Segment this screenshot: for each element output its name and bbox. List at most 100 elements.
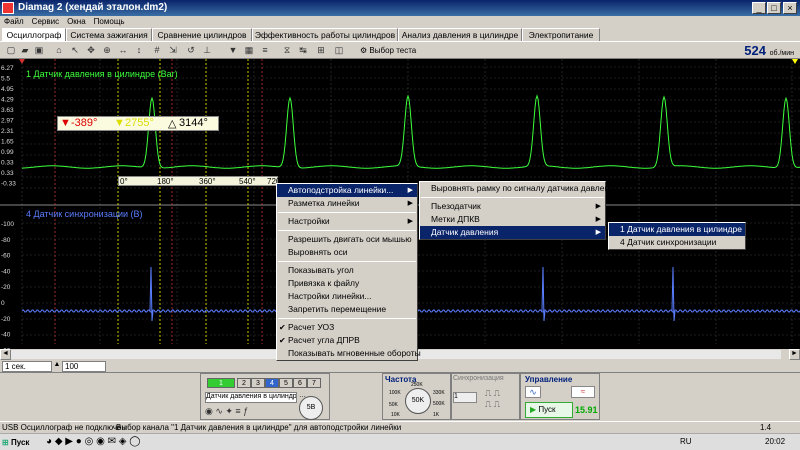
channel-select[interactable]: Датчик давления в цилиндре: [205, 392, 297, 403]
tab-power[interactable]: Электропитание: [522, 28, 600, 41]
menu-item[interactable]: Метки ДПКВ ▶: [420, 213, 605, 226]
tab-cylinder-efficiency[interactable]: Эффективность работы цилиндров: [252, 28, 398, 41]
menu-service[interactable]: Сервис: [28, 16, 63, 27]
channel-button-4[interactable]: 4: [265, 378, 279, 388]
snap-icon[interactable]: ⊞: [314, 44, 328, 57]
vzoom-icon[interactable]: ↕: [132, 44, 146, 57]
taskbar-icons[interactable]: ◕ ◆ ▶ ● ◎ ◉ ✉ ◈ ◯: [46, 436, 140, 447]
menu-help[interactable]: Помощь: [90, 16, 129, 27]
y-tick-label: 6.27: [1, 65, 14, 72]
filter-icon[interactable]: ⧖: [280, 44, 294, 57]
align-icon[interactable]: ≡: [258, 44, 272, 57]
sync-select[interactable]: 1: [453, 392, 477, 403]
multiwave-icon[interactable]: ≈: [571, 386, 595, 398]
menu-item[interactable]: 1 Датчик давления в цилиндре: [609, 223, 745, 236]
submenu-arrow-icon: ▶: [407, 187, 413, 194]
camera-icon[interactable]: ◫: [332, 44, 346, 57]
tab-oscilloscope[interactable]: Осциллограф: [2, 28, 66, 41]
tab-cylinder-compare[interactable]: Сравнение цилиндров: [152, 28, 252, 41]
test-select[interactable]: ⚙ Выбор теста: [360, 44, 450, 57]
menu-item-label: Разрешить двигать оси мышью: [288, 234, 412, 244]
language-indicator[interactable]: RU: [680, 437, 692, 446]
y-tick-label: 4.29: [1, 97, 14, 104]
y-tick-label: -80: [1, 237, 11, 244]
toolbar: ▢ ▰ ▣ ⌂ ↖ ✥ ⊕ ↔ ↕ # ⇲ ↺ ⊥ ▼ ▦ ≡ ⧖ ↹ ⊞ ◫ …: [0, 41, 800, 59]
ruler-tick: 360°: [199, 177, 216, 186]
marker-icon[interactable]: ▼: [226, 44, 240, 57]
channel-button-2[interactable]: 2: [237, 378, 251, 388]
menu-item[interactable]: Настройки ▶: [277, 215, 417, 228]
frequency-panel: Частота 50K 250K 100K 330K 50K 10K 1K 50…: [382, 373, 452, 420]
menu-item[interactable]: Разметка линейки ▶: [277, 197, 417, 210]
zoom-icon[interactable]: ⊕: [100, 44, 114, 57]
close-button[interactable]: ×: [783, 2, 797, 14]
start-menu-label: Пуск: [10, 438, 30, 447]
measure-icon[interactable]: ↹: [296, 44, 310, 57]
y-tick-label: -100: [1, 221, 14, 228]
menu-item[interactable]: Привязка к файлу: [277, 277, 417, 290]
pressure-waveform: [22, 94, 800, 169]
timebase-spin[interactable]: ▲: [52, 361, 62, 372]
menu-item-label: Расчет УОЗ: [288, 322, 335, 332]
timebase-select[interactable]: 1 сек.: [2, 361, 52, 372]
menu-item-label: Метки ДПКВ: [431, 214, 480, 224]
maximize-button[interactable]: □: [767, 2, 781, 14]
table-icon[interactable]: ▦: [242, 44, 256, 57]
sync-tool-icons[interactable]: ⎍ ⎍ ⎍ ⎍: [485, 388, 500, 410]
start-menu-button[interactable]: ⊞ Пуск: [2, 436, 38, 449]
pan-icon[interactable]: ✥: [84, 44, 98, 57]
menu-file[interactable]: Файл: [0, 16, 28, 27]
channel-button-6[interactable]: 6: [293, 378, 307, 388]
grid-icon[interactable]: #: [150, 44, 164, 57]
channel-button-3[interactable]: 3: [251, 378, 265, 388]
open-folder-icon[interactable]: ▰: [18, 44, 32, 57]
tab-pressure-analysis[interactable]: Анализ давления в цилиндре: [398, 28, 522, 41]
menu-item[interactable]: Пьезодатчик ▶: [420, 200, 605, 213]
y-tick-label: 0.99: [1, 149, 14, 156]
check-icon: ✔: [279, 336, 286, 345]
channel-tool-icons[interactable]: ◉ ∿ ✦ ≡ ƒ: [205, 406, 248, 417]
probe-icon[interactable]: ⌂: [52, 44, 66, 57]
fit-icon[interactable]: ⇲: [166, 44, 180, 57]
channel-button-7[interactable]: 7: [307, 378, 321, 388]
status-bar: USB Осциллограф не подключен Выбор канал…: [0, 421, 800, 433]
save-icon[interactable]: ▣: [32, 44, 46, 57]
reset-icon[interactable]: ↺: [184, 44, 198, 57]
scroll-right-icon[interactable]: ►: [789, 349, 800, 360]
degree-ruler[interactable]: 0° 180° 360° 540° 720°: [118, 176, 284, 186]
menu-item[interactable]: ✔ Расчет угла ДПРВ: [277, 334, 417, 347]
axis-icon[interactable]: ⊥: [200, 44, 214, 57]
y-tick-label: 0.33: [1, 170, 14, 177]
menu-item[interactable]: Запретить перемещение: [277, 303, 417, 316]
channel-button-5[interactable]: 5: [279, 378, 293, 388]
menu-item[interactable]: Показывать мгновенные обороты: [277, 347, 421, 360]
menu-item[interactable]: Настройки линейки...: [277, 290, 417, 303]
channel-button-1[interactable]: 1: [207, 378, 235, 388]
menu-item[interactable]: Выровнять рамку по сигналу датчика давле…: [420, 182, 619, 195]
tab-ignition[interactable]: Система зажигания: [66, 28, 152, 41]
menu-item[interactable]: Выровнять оси: [277, 246, 417, 259]
marker-readout[interactable]: ▼ -389° ▼ 2755° △ 3144°: [57, 116, 219, 131]
y-tick-label: 0: [1, 300, 5, 307]
taskbar: ⊞ Пуск ◕ ◆ ▶ ● ◎ ◉ ✉ ◈ ◯ RU 20:02: [0, 433, 800, 450]
start-button[interactable]: ▶ Пуск: [525, 402, 573, 418]
frequency-knob[interactable]: 50K: [405, 388, 431, 414]
minimize-button[interactable]: _: [752, 2, 766, 14]
context-menu: Автоподстройка линейки... ▶ Разметка линей…: [276, 183, 421, 361]
menu-item[interactable]: ✔ Расчет УОЗ: [277, 321, 417, 334]
menu-item[interactable]: 4 Датчик синхронизации: [609, 236, 745, 249]
menu-item[interactable]: Автоподстройка линейки... ▶: [277, 184, 417, 197]
zoom-select[interactable]: 100: [62, 361, 106, 372]
wave-icon[interactable]: ∿: [525, 386, 541, 398]
sync-spike: [671, 266, 676, 322]
marker-b-value: 2755°: [125, 117, 154, 129]
hzoom-icon[interactable]: ↔: [116, 44, 130, 57]
cursor-icon[interactable]: ↖: [68, 44, 82, 57]
menu-item[interactable]: Показывать угол: [277, 264, 417, 277]
menu-windows[interactable]: Окна: [63, 16, 90, 27]
new-file-icon[interactable]: ▢: [4, 44, 18, 57]
menu-item[interactable]: Разрешить двигать оси мышью: [277, 233, 417, 246]
voltage-knob[interactable]: 5В: [299, 396, 323, 420]
scroll-left-icon[interactable]: ◄: [0, 349, 11, 360]
menu-item[interactable]: Датчик давления ▶: [420, 226, 605, 239]
